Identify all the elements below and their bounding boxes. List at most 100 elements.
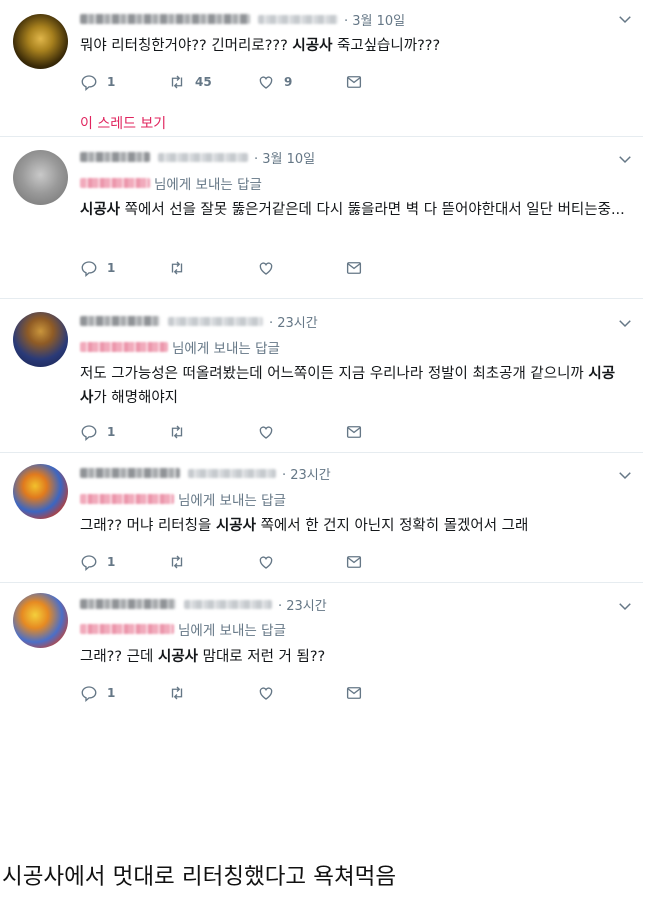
divider [0,298,643,299]
bold-keyword: 시공사 [80,202,121,218]
author-name[interactable] [80,14,250,24]
tweet-actions: 1 45 9 [80,72,380,92]
tweet-text: 그래?? 머냐 리터칭을 시공사 쪽에서 한 건지 아닌지 정확히 몰겠어서 그… [80,514,625,538]
avatar[interactable] [13,464,68,519]
dm-button[interactable] [345,552,363,572]
reply-count: 1 [107,261,116,275]
like-button[interactable] [257,552,275,572]
chevron-down-icon[interactable] [616,314,634,332]
author-name[interactable] [80,468,180,478]
tweet-actions: 1 [80,422,380,442]
reply-context-label: 님에게 보내는 답글 [178,493,286,509]
tweet-2[interactable]: · 3월 10일 님에게 보내는 답글 시공사 쪽에서 선을 잘못 뚫은거같은데… [0,146,650,290]
reply-context: 님에게 보내는 답글 [80,619,286,639]
dm-icon [346,262,362,274]
text-run: 뭐야 리터칭한거야?? 긴머리로??? [80,38,293,54]
reply-button[interactable]: 1 [80,683,115,703]
author-name[interactable] [80,152,150,162]
tweet-3[interactable]: · 23시간 님에게 보내는 답글 저도 그가능성은 떠올려봤는데 어느쪽이든 … [0,310,650,450]
reply-count: 1 [107,555,116,569]
retweet-icon [171,425,183,439]
reply-button[interactable]: 1 [80,72,115,92]
text-run: 죽고싶습니까??? [332,38,441,54]
retweet-button[interactable] [168,422,186,442]
reply-button[interactable]: 1 [80,552,115,572]
author-name[interactable] [80,599,176,609]
avatar[interactable] [13,150,68,205]
reply-to-handle[interactable] [80,494,174,504]
avatar[interactable] [13,312,68,367]
divider [0,582,643,583]
tweet-header: · 3월 10일 [80,8,405,30]
dm-button[interactable] [345,683,363,703]
divider [0,452,643,453]
text-run: 그래?? 머냐 리터칭을 [80,518,216,534]
tweet-4[interactable]: · 23시간 님에게 보내는 답글 그래?? 머냐 리터칭을 시공사 쪽에서 한… [0,462,650,574]
retweet-button[interactable]: 45 [168,72,212,92]
text-run: 맘대로 저런 거 됨?? [198,649,326,665]
like-button[interactable]: 9 [257,72,292,92]
reply-count: 1 [107,425,116,439]
timestamp[interactable]: · 23시간 [278,595,327,614]
tweet-header: · 23시간 [80,310,318,332]
dm-button[interactable] [345,72,363,92]
author-handle[interactable] [258,14,338,24]
tweet-actions: 1 [80,552,380,572]
chevron-down-icon[interactable] [616,150,634,168]
author-name[interactable] [80,316,160,326]
timestamp[interactable]: · 23시간 [282,464,331,483]
retweet-button[interactable] [168,258,186,278]
timestamp[interactable]: · 3월 10일 [344,10,405,29]
like-button[interactable] [257,422,275,442]
retweet-count: 45 [195,75,212,89]
reply-button[interactable]: 1 [80,422,115,442]
tweet-header: · 3월 10일 [80,146,315,168]
timestamp[interactable]: · 23시간 [269,312,318,331]
chevron-down-icon[interactable] [616,466,634,484]
like-icon [259,687,273,700]
text-run: 그래?? 근데 [80,649,158,665]
retweet-icon [171,261,183,275]
reply-icon [81,425,97,441]
show-thread-link[interactable]: 이 스레드 보기 [80,113,166,133]
reply-to-handle[interactable] [80,624,174,634]
reply-to-handle[interactable] [80,342,168,352]
like-icon [259,262,273,275]
tweet-header: · 23시간 [80,593,327,615]
reply-to-handle[interactable] [80,178,150,188]
retweet-button[interactable] [168,683,186,703]
chevron-down-icon[interactable] [616,597,634,615]
tweet-text: 그래?? 근데 시공사 맘대로 저런 거 됨?? [80,645,625,669]
reply-count: 1 [107,686,116,700]
like-button[interactable] [257,683,275,703]
reply-context: 님에게 보내는 답글 [80,173,262,193]
dm-icon [346,76,362,88]
avatar[interactable] [13,593,68,648]
tweet-text: 뭐야 리터칭한거야?? 긴머리로??? 시공사 죽고싶습니까??? [80,34,625,58]
author-handle[interactable] [188,468,276,478]
reply-context: 님에게 보내는 답글 [80,337,280,357]
author-handle[interactable] [184,599,272,609]
avatar[interactable] [13,14,68,69]
author-handle[interactable] [158,152,248,162]
reply-context: 님에게 보내는 답글 [80,489,286,509]
tweet-1[interactable]: · 3월 10일 뭐야 리터칭한거야?? 긴머리로??? 시공사 죽고싶습니까?… [0,8,650,134]
dm-button[interactable] [345,422,363,442]
like-button[interactable] [257,258,275,278]
reply-context-label: 님에게 보내는 답글 [172,341,280,357]
bold-keyword: 시공사 [215,518,256,534]
chevron-down-icon[interactable] [616,10,634,28]
reply-count: 1 [107,75,116,89]
text-run: 저도 그가능성은 떠올려봤는데 어느쪽이든 지금 우리나라 정발이 최초공개 같… [80,366,589,382]
author-handle[interactable] [168,316,263,326]
reply-context-label: 님에게 보내는 답글 [154,177,262,193]
dm-icon [346,426,362,438]
reply-icon [81,75,97,91]
reply-button[interactable]: 1 [80,258,115,278]
retweet-button[interactable] [168,552,186,572]
tweet-5[interactable]: · 23시간 님에게 보내는 답글 그래?? 근데 시공사 맘대로 저런 거 됨… [0,593,650,705]
dm-button[interactable] [345,258,363,278]
timestamp[interactable]: · 3월 10일 [254,148,315,167]
reply-context-label: 님에게 보내는 답글 [178,623,286,639]
tweet-actions: 1 [80,683,380,703]
